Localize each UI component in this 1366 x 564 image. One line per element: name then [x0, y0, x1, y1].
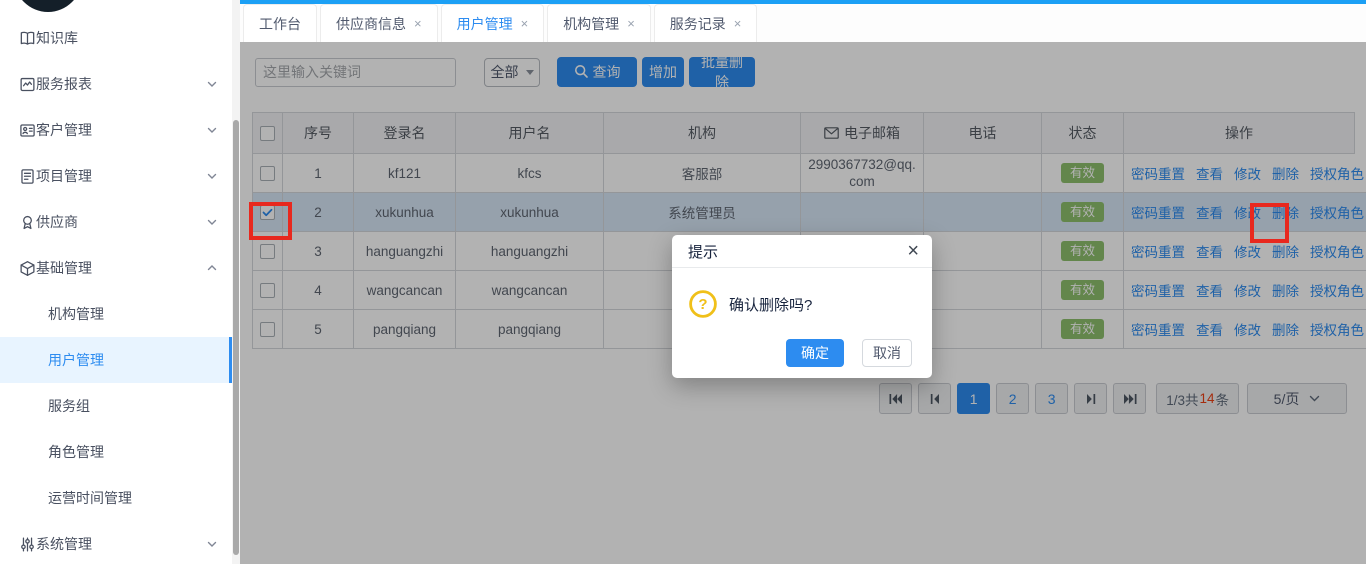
base-icon — [19, 260, 36, 277]
close-icon[interactable]: × — [907, 239, 919, 263]
tab-close-icon[interactable]: × — [734, 17, 742, 30]
annotation-box-checkbox — [249, 202, 292, 240]
sidebar-item-label: 服务报表 — [36, 74, 206, 94]
sidebar-item-service-group[interactable]: 服务组 — [0, 383, 232, 429]
chevron-down-icon — [206, 538, 218, 550]
confirm-delete-dialog: 提示 × ? 确认删除吗? 确定 取消 — [672, 235, 932, 378]
scrollbar-thumb[interactable] — [233, 120, 239, 555]
report-icon — [19, 76, 36, 93]
tab-close-icon[interactable]: × — [521, 17, 529, 30]
sidebar-item-operation-time-mgmt[interactable]: 运营时间管理 — [0, 475, 232, 521]
sidebar-item-service-report[interactable]: 服务报表 — [0, 61, 232, 107]
tab-close-icon[interactable]: × — [627, 17, 635, 30]
dialog-message: 确认删除吗? — [729, 294, 812, 315]
confirm-button[interactable]: 确定 — [786, 339, 844, 367]
sidebar-scrollbar[interactable] — [232, 0, 240, 564]
tab-supplier-info[interactable]: 供应商信息 × — [320, 4, 438, 42]
sidebar-item-system-mgmt[interactable]: 系统管理 — [0, 521, 232, 564]
app-window: 知识库服务报表客户管理项目管理供应商基础管理机构管理用户管理服务组角色管理运营时… — [0, 0, 1366, 564]
tab-org-mgmt[interactable]: 机构管理 × — [547, 4, 651, 42]
sidebar-menu: 知识库服务报表客户管理项目管理供应商基础管理机构管理用户管理服务组角色管理运营时… — [0, 15, 232, 564]
dialog-title: 提示 — [688, 241, 718, 262]
supplier-icon — [19, 214, 36, 231]
system-icon — [19, 536, 36, 553]
question-icon: ? — [688, 289, 718, 319]
sidebar: 知识库服务报表客户管理项目管理供应商基础管理机构管理用户管理服务组角色管理运营时… — [0, 0, 232, 564]
tab-bar: 工作台 供应商信息 × 用户管理 × 机构管理 × 服务记录 × — [240, 4, 1366, 42]
dialog-footer: 确定 取消 — [786, 339, 912, 367]
dialog-body: ? 确认删除吗? — [672, 268, 932, 319]
sidebar-item-label: 基础管理 — [36, 258, 206, 278]
book-icon — [19, 30, 36, 47]
chevron-down-icon — [206, 124, 218, 136]
cancel-button[interactable]: 取消 — [862, 339, 912, 367]
tab-workbench[interactable]: 工作台 — [243, 4, 317, 42]
sidebar-item-label: 机构管理 — [48, 304, 218, 324]
sidebar-item-project-mgmt[interactable]: 项目管理 — [0, 153, 232, 199]
tab-label: 工作台 — [259, 14, 301, 34]
tab-close-icon[interactable]: × — [414, 17, 422, 30]
sidebar-item-supplier[interactable]: 供应商 — [0, 199, 232, 245]
dialog-header: 提示 — [672, 235, 932, 268]
sidebar-item-org-mgmt[interactable]: 机构管理 — [0, 291, 232, 337]
customer-icon — [19, 122, 36, 139]
chevron-down-icon — [206, 216, 218, 228]
svg-text:?: ? — [698, 296, 707, 313]
project-icon — [19, 168, 36, 185]
annotation-box-delete — [1250, 203, 1289, 243]
sidebar-item-label: 知识库 — [36, 28, 218, 48]
sidebar-item-label: 用户管理 — [48, 350, 215, 370]
sidebar-item-role-mgmt[interactable]: 角色管理 — [0, 429, 232, 475]
sidebar-item-label: 角色管理 — [48, 442, 218, 462]
sidebar-item-base-mgmt[interactable]: 基础管理 — [0, 245, 232, 291]
tab-label: 用户管理 — [457, 14, 513, 34]
sidebar-item-label: 供应商 — [36, 212, 206, 232]
tab-label: 机构管理 — [563, 14, 619, 34]
tab-service-record[interactable]: 服务记录 × — [654, 4, 758, 42]
sidebar-item-customer-mgmt[interactable]: 客户管理 — [0, 107, 232, 153]
chevron-up-icon — [206, 262, 218, 274]
sidebar-item-knowledge-base[interactable]: 知识库 — [0, 15, 232, 61]
sidebar-item-label: 服务组 — [48, 396, 218, 416]
tab-user-mgmt[interactable]: 用户管理 × — [441, 4, 545, 42]
sidebar-item-label: 系统管理 — [36, 534, 206, 554]
sidebar-item-user-mgmt[interactable]: 用户管理 — [0, 337, 232, 383]
tab-label: 服务记录 — [670, 14, 726, 34]
sidebar-item-label: 运营时间管理 — [48, 488, 218, 508]
chevron-down-icon — [206, 170, 218, 182]
tab-label: 供应商信息 — [336, 14, 406, 34]
chevron-down-icon — [206, 78, 218, 90]
logo-avatar — [14, 0, 82, 12]
sidebar-item-label: 项目管理 — [36, 166, 206, 186]
sidebar-item-label: 客户管理 — [36, 120, 206, 140]
